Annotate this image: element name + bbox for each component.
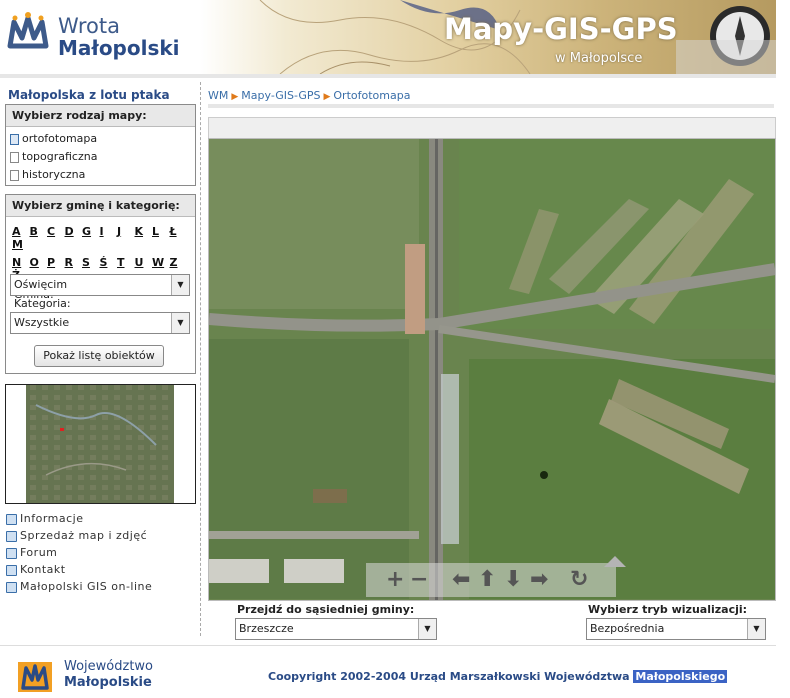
- letter-link-ł[interactable]: Ł: [170, 225, 188, 238]
- letter-link-l[interactable]: L: [152, 225, 170, 238]
- sidebar-link-informacje[interactable]: Informacje: [6, 510, 152, 527]
- map-type-heading: Wybierz rodzaj mapy:: [6, 105, 195, 127]
- neighbor-gmina-select[interactable]: Brzeszcze ▼: [235, 618, 437, 640]
- filter-heading: Wybierz gminę i kategorię:: [6, 195, 195, 217]
- sidebar-link-gis-online[interactable]: Małopolski GIS on-line: [6, 578, 152, 595]
- header: Wrota Małopolski Mapy-GIS-GPS w Małopols…: [0, 0, 776, 74]
- letter-link-j[interactable]: J: [117, 225, 135, 238]
- letter-link-ś[interactable]: Ś: [100, 256, 118, 269]
- map-type-ortofotomapa[interactable]: ortofotomapa: [6, 130, 195, 148]
- pan-up-button[interactable]: ⬆: [478, 567, 496, 592]
- banner-subtitle: w Małopolsce: [555, 51, 643, 66]
- info-icon: [6, 513, 17, 525]
- footer-logo-line1: Województwo: [64, 659, 154, 674]
- map-toolbar: [208, 117, 776, 139]
- logo-emblem-icon: [7, 12, 49, 49]
- visualization-mode-value: Bezpośrednia: [590, 622, 665, 635]
- letter-link-u[interactable]: U: [135, 256, 153, 269]
- reset-view-button[interactable]: ↻: [570, 567, 588, 592]
- info-icon: [6, 530, 17, 542]
- breadcrumb-item-mapy[interactable]: Mapy-GIS-GPS: [241, 89, 320, 102]
- pan-left-button[interactable]: ⬅: [452, 567, 470, 592]
- breadcrumb-item-ortofotomapa[interactable]: Ortofotomapa: [333, 89, 410, 102]
- document-icon: [10, 169, 19, 181]
- orthophoto-map[interactable]: [208, 138, 776, 601]
- copyright-text: Coopyright 2002-2004 Urząd Marszałkowski…: [268, 670, 630, 683]
- letter-link-o[interactable]: O: [30, 256, 48, 269]
- pan-down-button[interactable]: ⬇: [504, 567, 522, 592]
- chevron-down-icon[interactable]: ▼: [171, 313, 189, 333]
- sidebar-title: Małopolska z lotu ptaka: [8, 88, 170, 102]
- logo-text-line2: Małopolski: [58, 36, 180, 60]
- letter-link-k[interactable]: K: [135, 225, 153, 238]
- letter-link-w[interactable]: W: [152, 256, 170, 269]
- gmina-select[interactable]: Oświęcim ▼: [10, 274, 190, 296]
- gmina-select-value: Oświęcim: [14, 278, 68, 291]
- map-type-historyczna[interactable]: historyczna: [6, 166, 195, 184]
- neighbor-gmina-label: Przejdź do sąsiedniej gminy:: [237, 603, 415, 616]
- letter-link-b[interactable]: B: [30, 225, 48, 238]
- wojewodztwo-malopolskie-logo[interactable]: Województwo Małopolskie: [16, 656, 156, 694]
- footer-divider: [0, 645, 776, 646]
- collapse-controls-icon[interactable]: [604, 555, 626, 567]
- letter-link-a[interactable]: A: [12, 225, 30, 238]
- info-icon: [6, 581, 17, 593]
- letter-link-g[interactable]: G: [82, 225, 100, 238]
- visualization-mode-select[interactable]: Bezpośrednia ▼: [586, 618, 766, 640]
- show-objects-button[interactable]: Pokaż listę obiektów: [34, 345, 164, 367]
- chevron-right-icon: ▶: [323, 92, 331, 102]
- sidebar-link-sprzedaz[interactable]: Sprzedaż map i zdjęć: [6, 527, 152, 544]
- visualization-mode-label: Wybierz tryb wizualizacji:: [588, 603, 748, 616]
- aerial-photo: [209, 139, 775, 600]
- logo-text-line1: Wrota: [58, 14, 120, 38]
- letter-link-r[interactable]: R: [65, 256, 83, 269]
- kategoria-select-value: Wszystkie: [14, 316, 70, 329]
- chevron-right-icon: ▶: [231, 92, 239, 102]
- chevron-down-icon[interactable]: ▼: [171, 275, 189, 295]
- letter-link-n[interactable]: N: [12, 256, 30, 269]
- info-icon: [6, 547, 17, 559]
- breadcrumb: WM ▶ Mapy-GIS-GPS ▶ Ortofotomapa: [208, 89, 410, 102]
- sidebar-links: Informacje Sprzedaż map i zdjęć Forum Ko…: [6, 510, 152, 595]
- banner-title: Mapy-GIS-GPS: [444, 12, 678, 46]
- sidebar-link-kontakt[interactable]: Kontakt: [6, 561, 152, 578]
- neighbor-gmina-value: Brzeszcze: [239, 622, 294, 635]
- column-divider: [200, 82, 201, 636]
- pan-right-button[interactable]: ➡: [530, 567, 548, 592]
- copyright-highlight: Małopolskiego: [633, 670, 728, 683]
- letter-link-p[interactable]: P: [47, 256, 65, 269]
- kategoria-label: Kategoria:: [14, 297, 71, 310]
- letter-link-s[interactable]: S: [82, 256, 100, 269]
- zoom-out-button[interactable]: −: [410, 567, 428, 592]
- breadcrumb-divider: [208, 104, 774, 108]
- sidebar-link-forum[interactable]: Forum: [6, 544, 152, 561]
- letters-row-1: A B C D G I J K L Ł M: [6, 217, 195, 251]
- breadcrumb-item-wm[interactable]: WM: [208, 89, 228, 102]
- map-navigation-controls: + − ⬅ ⬆ ⬇ ➡ ↻: [366, 563, 616, 597]
- overview-map[interactable]: [5, 384, 196, 504]
- overview-map-image: [26, 385, 174, 503]
- document-icon: [10, 151, 19, 163]
- chevron-down-icon[interactable]: ▼: [747, 619, 765, 639]
- letter-link-t[interactable]: T: [117, 256, 135, 269]
- map-type-panel: Wybierz rodzaj mapy: ortofotomapa topogr…: [5, 104, 196, 186]
- letter-link-c[interactable]: C: [47, 225, 65, 238]
- zoom-in-button[interactable]: +: [386, 567, 404, 592]
- copyright: Coopyright 2002-2004 Urząd Marszałkowski…: [268, 670, 728, 683]
- footer-logo-line2: Małopolskie: [64, 675, 152, 690]
- kategoria-select[interactable]: Wszystkie ▼: [10, 312, 190, 334]
- letter-link-z[interactable]: Z: [170, 256, 188, 269]
- letter-link-d[interactable]: D: [65, 225, 83, 238]
- header-divider: [0, 74, 776, 78]
- map-type-topograficzna[interactable]: topograficzna: [6, 148, 195, 166]
- current-location-marker: [60, 428, 64, 431]
- gmina-filter-panel: Wybierz gminę i kategorię: A B C D G I J K L Ł M N…: [5, 194, 196, 374]
- info-icon: [6, 564, 17, 576]
- chevron-down-icon[interactable]: ▼: [418, 619, 436, 639]
- logo-emblem-icon: [18, 662, 52, 692]
- document-icon: [10, 133, 19, 145]
- letter-link-i[interactable]: I: [100, 225, 118, 238]
- letter-link-m[interactable]: M: [12, 238, 30, 251]
